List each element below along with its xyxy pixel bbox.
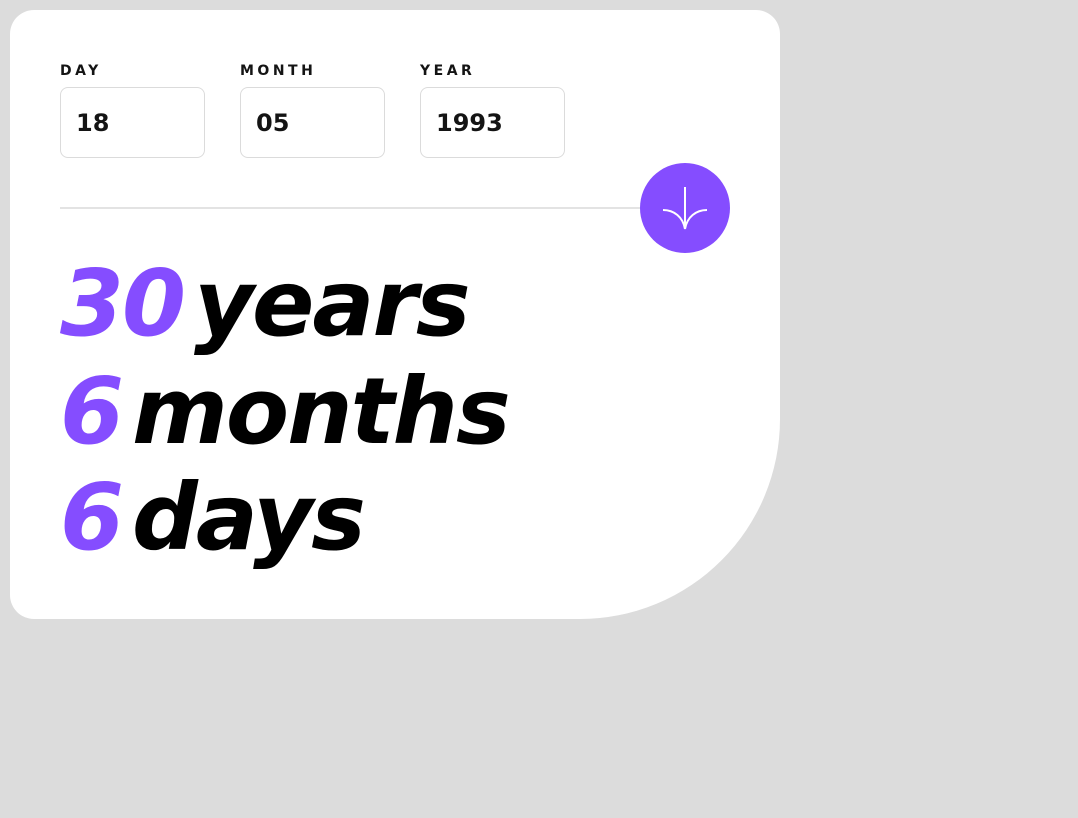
age-calculator-card: DAY MONTH YEAR 30years 6months 6days — [10, 10, 780, 619]
day-input[interactable] — [60, 87, 205, 158]
result-months: 6 months — [60, 366, 511, 458]
submit-button[interactable] — [640, 163, 730, 253]
year-label: YEAR — [420, 63, 476, 79]
months-unit: months — [132, 358, 511, 465]
days-value: 6 — [60, 464, 124, 571]
day-label: DAY — [60, 63, 102, 79]
month-input[interactable] — [240, 87, 385, 158]
days-unit: days — [132, 464, 366, 571]
month-label: MONTH — [240, 63, 317, 79]
years-unit: years — [194, 250, 471, 357]
day-field: DAY — [60, 63, 205, 158]
divider — [60, 207, 650, 209]
arrow-down-icon — [662, 187, 708, 230]
years-value: 30 — [60, 250, 186, 357]
year-input[interactable] — [420, 87, 565, 158]
result-days: 6 days — [60, 472, 366, 564]
result-years: 30 years — [60, 258, 471, 350]
month-field: MONTH — [240, 63, 385, 158]
months-value: 6 — [60, 358, 124, 465]
year-field: YEAR — [420, 63, 565, 158]
